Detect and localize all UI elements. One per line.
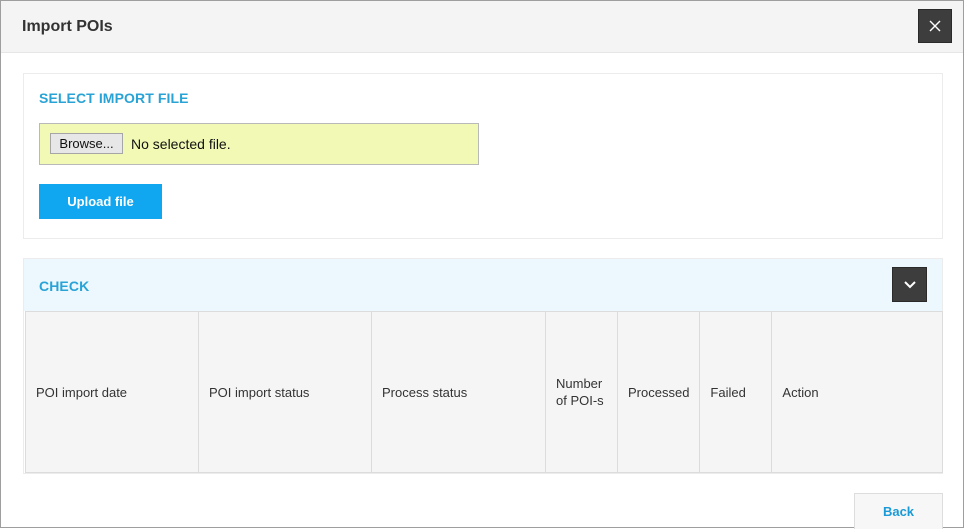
- upload-file-button[interactable]: Upload file: [39, 184, 162, 219]
- column-header-action: Action: [771, 311, 943, 473]
- dialog-header: Import POIs: [1, 1, 963, 53]
- poi-import-table: POI import date POI import status Proces…: [25, 311, 943, 473]
- back-button[interactable]: Back: [854, 493, 943, 529]
- file-status-text: No selected file.: [131, 136, 231, 152]
- close-button[interactable]: [918, 9, 952, 43]
- column-header-processed[interactable]: Processed: [616, 311, 701, 473]
- collapse-toggle-button[interactable]: [892, 267, 927, 302]
- close-icon: [929, 20, 941, 32]
- check-header[interactable]: CHECK: [24, 259, 942, 311]
- column-header-failed[interactable]: Failed: [699, 311, 773, 473]
- column-header-poi-import-status[interactable]: POI import status: [198, 311, 372, 473]
- chevron-down-icon: [903, 280, 916, 288]
- browse-button[interactable]: Browse...: [50, 133, 123, 154]
- check-panel: CHECK POI import date POI import status …: [23, 258, 943, 474]
- section-title-check: CHECK: [39, 278, 90, 294]
- file-input-box[interactable]: Browse... No selected file.: [39, 123, 479, 165]
- import-pois-dialog: Import POIs SELECT IMPORT FILE Browse...…: [0, 0, 964, 529]
- column-header-number-of-pois[interactable]: Number of POI-s: [545, 311, 618, 473]
- section-title-select-import-file: SELECT IMPORT FILE: [39, 90, 189, 106]
- dialog-title: Import POIs: [22, 18, 113, 35]
- table-header-row: POI import date POI import status Proces…: [25, 311, 943, 473]
- select-import-file-panel: SELECT IMPORT FILE Browse... No selected…: [23, 73, 943, 239]
- column-header-process-status[interactable]: Process status: [371, 311, 546, 473]
- column-header-poi-import-date[interactable]: POI import date: [25, 311, 199, 473]
